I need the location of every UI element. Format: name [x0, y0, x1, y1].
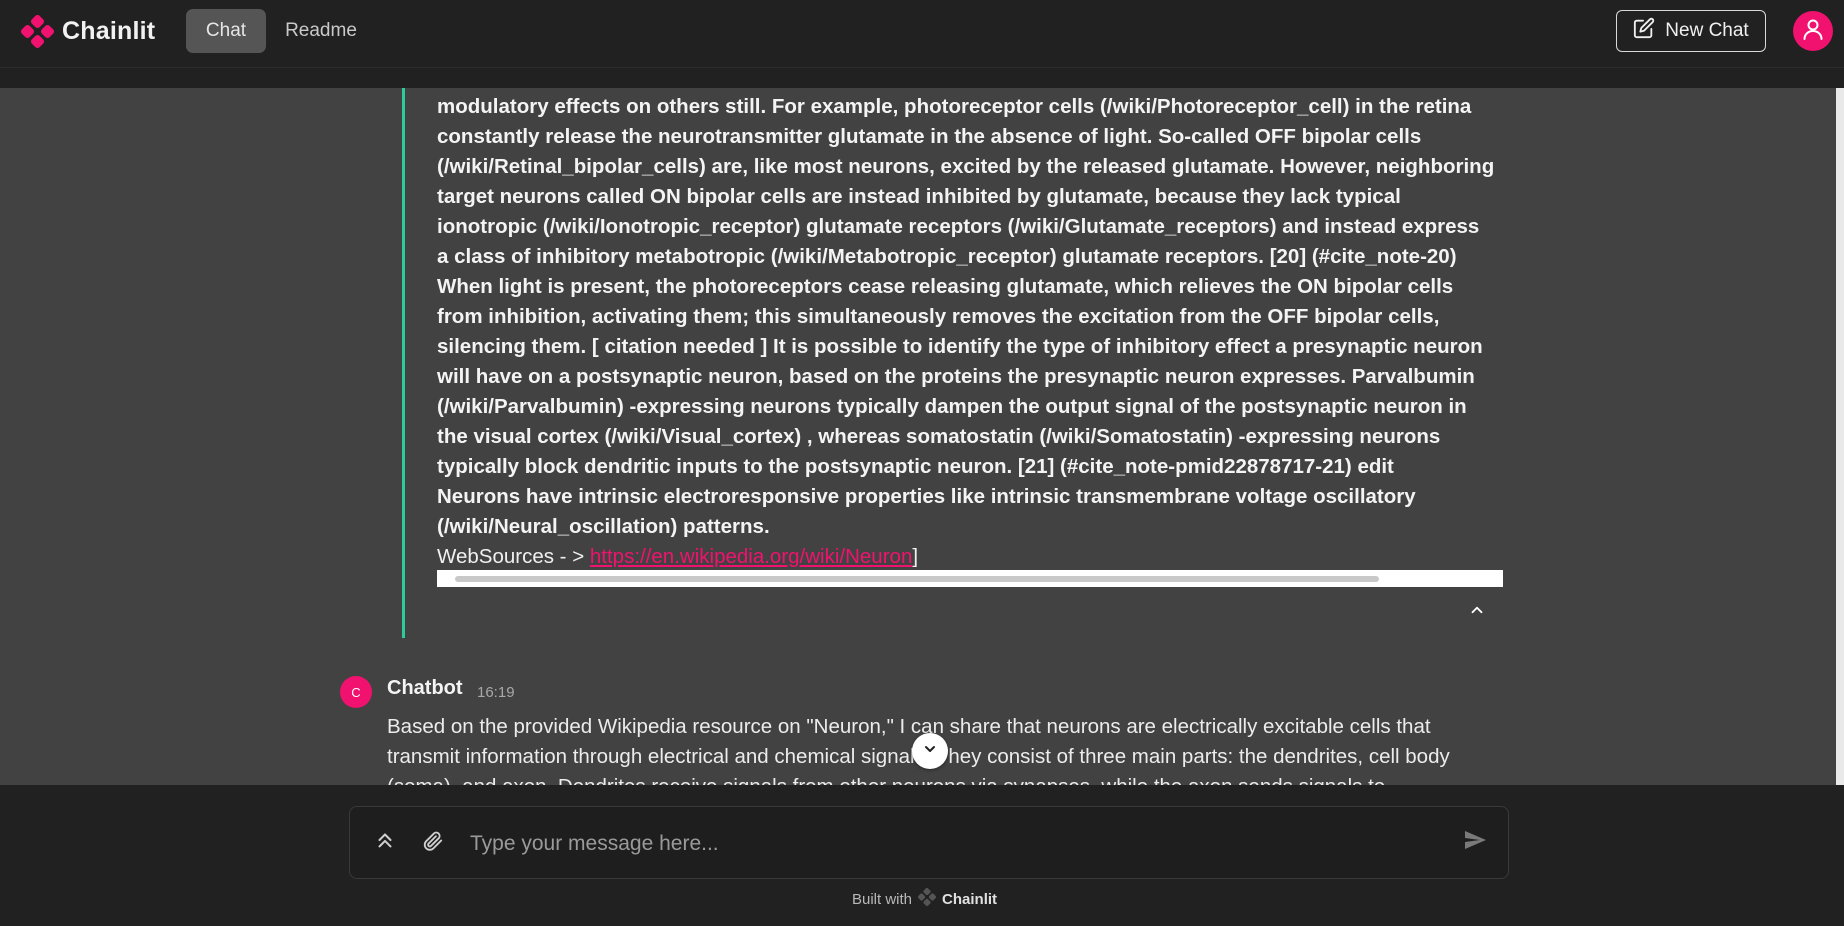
chatbot-avatar: C — [340, 676, 372, 708]
step-text-line: target neurons called ON bipolar cells a… — [437, 185, 1401, 208]
step-text-line: (/wiki/Parvalbumin) -expressing neurons … — [437, 395, 1467, 418]
chat-messages-area[interactable]: modulatory effects on others still. For … — [0, 88, 1844, 785]
footer-brand: Chainlit — [942, 890, 998, 908]
horizontal-scrollbar[interactable] — [437, 570, 1503, 587]
new-chat-button[interactable]: New Chat — [1616, 10, 1766, 52]
step-output-text: modulatory effects on others still. For … — [437, 92, 1507, 542]
app-name: Chainlit — [62, 17, 156, 45]
expanded-step-output: modulatory effects on others still. For … — [402, 88, 1503, 638]
web-source-link[interactable]: https://en.wikipedia.org/wiki/Neuron — [590, 545, 912, 568]
step-text-line: ionotropic (/wiki/Ionotropic_receptor) g… — [437, 215, 1480, 238]
attach-file-button[interactable] — [418, 827, 448, 857]
message-input[interactable] — [468, 825, 1432, 863]
tab-readme[interactable]: Readme — [280, 9, 362, 53]
vertical-scrollbar-thumb[interactable] — [1836, 88, 1844, 785]
step-text-line: typically block dendritic inputs to the … — [437, 455, 1394, 478]
chainlit-footer-logo-icon — [918, 887, 937, 910]
message-timestamp: 16:19 — [477, 684, 515, 701]
step-text-line: the visual cortex (/wiki/Visual_cortex) … — [437, 425, 1441, 448]
message-author: Chatbot — [387, 677, 463, 699]
horizontal-scrollbar-thumb[interactable] — [455, 576, 1379, 582]
chainlit-logo-icon — [20, 14, 55, 49]
top-header: Chainlit Chat Readme New Chat — [0, 0, 1844, 68]
chevron-up-icon — [1468, 601, 1486, 624]
scroll-to-bottom-button[interactable] — [912, 733, 948, 769]
step-text-line: (/wiki/Retinal_bipolar_cells) are, like … — [437, 155, 1495, 178]
send-button[interactable] — [1460, 827, 1490, 857]
send-icon — [1463, 828, 1487, 857]
tab-chat[interactable]: Chat — [186, 9, 266, 53]
web-sources: WebSources - > https://en.wikipedia.org/… — [437, 542, 918, 572]
step-text-line: Neurons have intrinsic electroresponsive… — [437, 485, 1416, 508]
step-text-line: modulatory effects on others still. For … — [437, 95, 1472, 118]
step-text-line: from inhibition, activating them; this s… — [437, 305, 1440, 328]
edit-icon — [1633, 17, 1655, 45]
step-text-line: When light is present, the photoreceptor… — [437, 275, 1454, 298]
message-composer — [349, 806, 1509, 879]
step-text-line: constantly release the neurotransmitter … — [437, 125, 1422, 148]
step-text-line: silencing them. [ citation needed ] It i… — [437, 335, 1483, 358]
app-logo[interactable]: Chainlit — [20, 14, 156, 49]
user-avatar-button[interactable] — [1793, 11, 1833, 51]
chevrons-up-icon — [374, 829, 396, 856]
user-icon — [1801, 17, 1825, 46]
web-sources-prefix: WebSources - > — [437, 545, 590, 568]
built-with-label: Built with — [852, 890, 913, 908]
paperclip-icon — [422, 828, 444, 857]
web-sources-suffix: ] — [912, 545, 919, 568]
history-button[interactable] — [370, 827, 400, 857]
chevron-down-icon — [922, 741, 938, 762]
step-text-line: a class of inhibitory metabotropic (/wik… — [437, 245, 1457, 268]
step-text-line: (/wiki/Neural_oscillation) patterns. — [437, 515, 770, 538]
step-text-line: will have on a postsynaptic neuron, base… — [437, 365, 1475, 388]
new-chat-label: New Chat — [1665, 20, 1749, 41]
collapse-step-button[interactable] — [1463, 598, 1491, 626]
built-with-footer[interactable]: Built with Chainlit — [852, 887, 998, 910]
